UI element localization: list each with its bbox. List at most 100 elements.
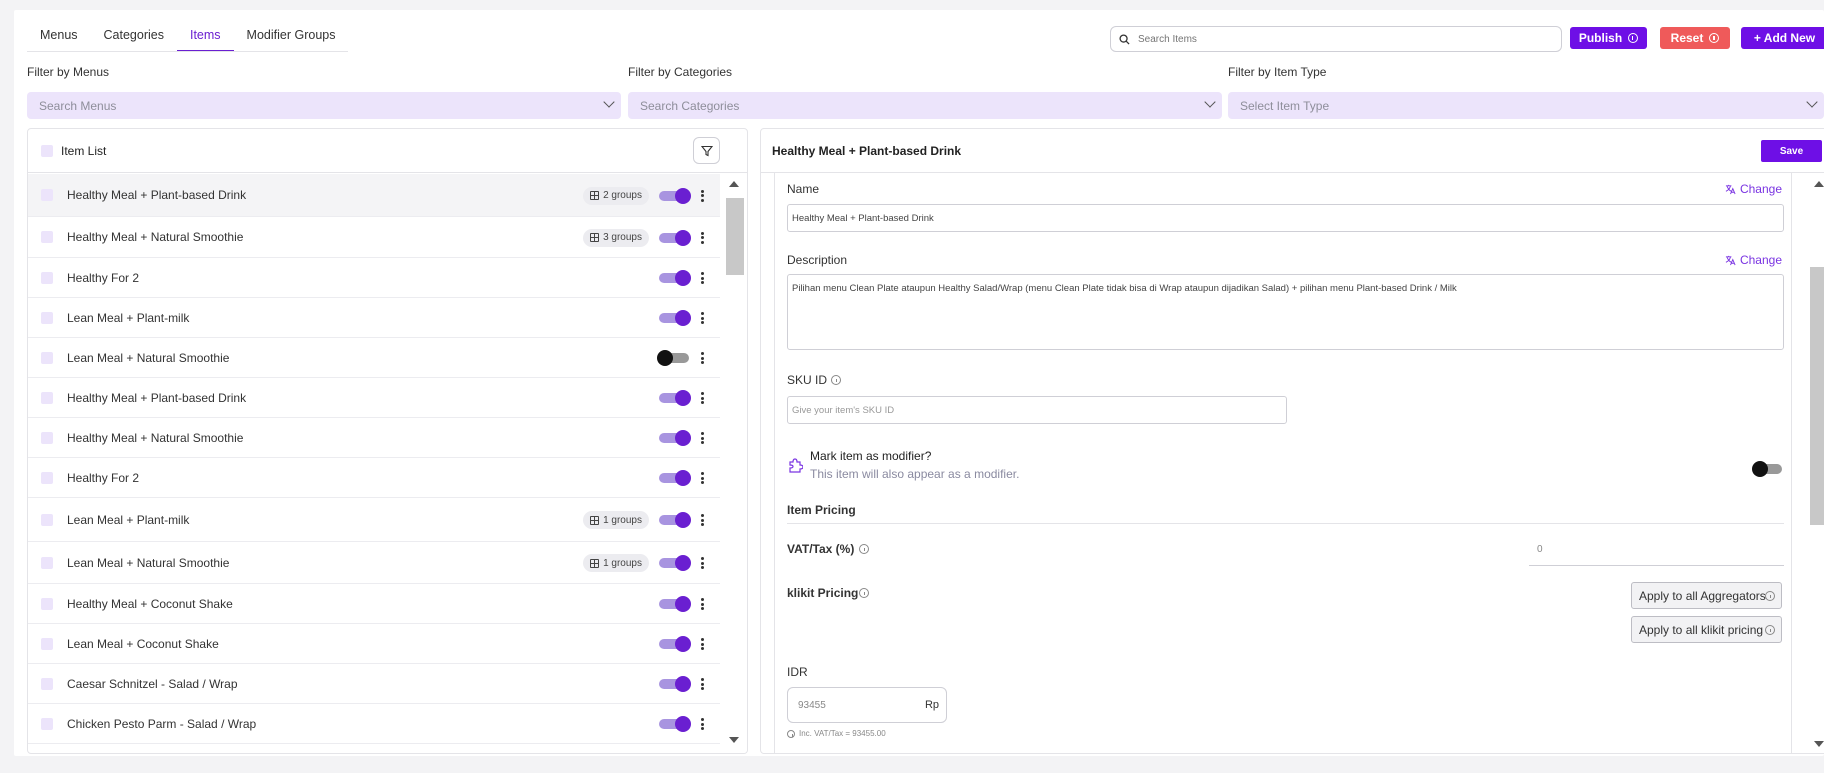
item-checkbox[interactable]: [41, 271, 53, 284]
sku-field[interactable]: Give your item's SKU ID: [787, 396, 1287, 424]
list-item[interactable]: Healthy For 2: [28, 458, 720, 498]
item-toggle[interactable]: [659, 430, 691, 446]
item-checkbox[interactable]: [41, 351, 53, 364]
name-field[interactable]: Healthy Meal + Plant-based Drink: [787, 204, 1784, 232]
list-item[interactable]: Healthy Meal + Natural Smoothie: [28, 418, 720, 458]
groups-badge[interactable]: 1 groups: [583, 511, 649, 529]
item-toggle[interactable]: [659, 636, 691, 652]
item-toggle[interactable]: [659, 676, 691, 692]
item-checkbox[interactable]: [41, 597, 53, 610]
tab-modifier-groups[interactable]: Modifier Groups: [234, 24, 349, 51]
filter-item-type-select[interactable]: Select Item Type: [1228, 92, 1824, 119]
item-checkbox[interactable]: [41, 431, 53, 444]
description-change-button[interactable]: Change: [1725, 253, 1782, 267]
tab-items[interactable]: Items: [176, 24, 234, 51]
filter-menus-select[interactable]: Search Menus: [27, 92, 621, 119]
item-toggle[interactable]: [659, 596, 691, 612]
item-checkbox[interactable]: [41, 471, 53, 484]
toggle-knob: [675, 310, 691, 326]
list-item[interactable]: Healthy Meal + Plant-based Drink: [28, 378, 720, 418]
detail-scrollbar[interactable]: [1804, 173, 1824, 753]
list-item[interactable]: Healthy For 2: [28, 258, 720, 298]
item-checkbox[interactable]: [41, 677, 53, 690]
more-options-icon[interactable]: [701, 392, 704, 404]
groups-badge[interactable]: 1 groups: [583, 554, 649, 572]
tab-menus[interactable]: Menus: [27, 24, 91, 51]
item-checkbox[interactable]: [41, 717, 53, 730]
more-options-icon[interactable]: [701, 678, 704, 690]
more-options-icon[interactable]: [701, 557, 704, 569]
item-checkbox[interactable]: [41, 391, 53, 404]
scroll-down-icon[interactable]: [1814, 741, 1824, 747]
item-toggle[interactable]: [659, 716, 691, 732]
save-button[interactable]: Save: [1761, 140, 1822, 162]
select-all-checkbox[interactable]: [41, 144, 53, 157]
filter-categories-select[interactable]: Search Categories: [628, 92, 1222, 119]
scroll-thumb[interactable]: [726, 198, 744, 275]
description-field[interactable]: Pilihan menu Clean Plate ataupun Healthy…: [787, 274, 1784, 350]
list-item[interactable]: Healthy Meal + Plant-based Drink 2 groups: [28, 174, 720, 217]
vat-field[interactable]: 0: [1537, 544, 1543, 555]
list-item[interactable]: Healthy Meal + Coconut Shake: [28, 584, 720, 624]
item-toggle[interactable]: [659, 555, 691, 571]
reset-button[interactable]: Reset: [1660, 27, 1730, 49]
item-toggle[interactable]: [659, 470, 691, 486]
modifier-toggle[interactable]: [1752, 461, 1782, 477]
item-toggle[interactable]: [659, 390, 691, 406]
list-item[interactable]: Lean Meal + Plant-milk 1 groups: [28, 498, 720, 542]
item-toggle[interactable]: [659, 187, 691, 204]
groups-icon: [590, 233, 600, 242]
item-list-header: Item List: [28, 129, 747, 173]
list-item[interactable]: Lean Meal + Natural Smoothie: [28, 338, 720, 378]
item-list-scrollbar[interactable]: [721, 173, 747, 753]
list-item[interactable]: Healthy Meal + Natural Smoothie 3 groups: [28, 217, 720, 258]
scroll-thumb[interactable]: [1810, 267, 1824, 525]
item-toggle[interactable]: [659, 229, 691, 246]
scroll-up-icon[interactable]: [729, 181, 739, 187]
apply-klikit-button[interactable]: Apply to all klikit pricing: [1631, 616, 1782, 643]
groups-badge[interactable]: 3 groups: [583, 228, 649, 247]
name-change-label: Change: [1739, 182, 1782, 196]
more-options-icon[interactable]: [701, 352, 704, 364]
scroll-down-icon[interactable]: [729, 737, 739, 743]
more-options-icon[interactable]: [701, 718, 704, 730]
list-item[interactable]: Lean Meal + Natural Smoothie 1 groups: [28, 542, 720, 584]
more-options-icon[interactable]: [701, 472, 704, 484]
more-options-icon[interactable]: [701, 272, 704, 284]
price-input[interactable]: 93455 Rp: [787, 687, 947, 723]
item-checkbox[interactable]: [41, 189, 53, 201]
item-checkbox[interactable]: [41, 513, 53, 526]
add-new-button[interactable]: + Add New: [1741, 27, 1824, 49]
filter-button[interactable]: [693, 137, 720, 164]
item-checkbox[interactable]: [41, 637, 53, 650]
chevron-down-icon: [1806, 96, 1818, 108]
item-name: Healthy Meal + Coconut Shake: [67, 596, 233, 611]
item-checkbox[interactable]: [41, 556, 53, 569]
apply-aggregators-button[interactable]: Apply to all Aggregators: [1631, 582, 1782, 609]
more-options-icon[interactable]: [701, 189, 704, 202]
item-toggle[interactable]: [657, 350, 689, 366]
item-checkbox[interactable]: [41, 311, 53, 324]
more-options-icon[interactable]: [701, 598, 704, 610]
list-item[interactable]: Chicken Pesto Parm - Salad / Wrap: [28, 704, 720, 744]
app-frame: Menus Categories Items Modifier Groups P…: [14, 10, 1824, 756]
list-item[interactable]: Caesar Schnitzel - Salad / Wrap: [28, 664, 720, 704]
scroll-up-icon[interactable]: [1814, 181, 1824, 187]
more-options-icon[interactable]: [701, 514, 704, 526]
item-toggle[interactable]: [659, 310, 691, 326]
list-item[interactable]: Lean Meal + Coconut Shake: [28, 624, 720, 664]
tab-categories[interactable]: Categories: [91, 24, 177, 51]
item-toggle[interactable]: [659, 512, 691, 528]
more-options-icon[interactable]: [701, 638, 704, 650]
item-toggle[interactable]: [659, 270, 691, 286]
item-checkbox[interactable]: [41, 231, 53, 243]
more-options-icon[interactable]: [701, 432, 704, 444]
groups-badge[interactable]: 2 groups: [583, 186, 649, 205]
list-item[interactable]: Lean Meal + Plant-milk: [28, 298, 720, 338]
publish-button[interactable]: Publish: [1570, 27, 1647, 49]
name-change-button[interactable]: Change: [1725, 182, 1782, 196]
search-input[interactable]: [1138, 33, 1518, 45]
more-options-icon[interactable]: [701, 231, 704, 244]
more-options-icon[interactable]: [701, 312, 704, 324]
chevron-down-icon: [603, 96, 615, 108]
